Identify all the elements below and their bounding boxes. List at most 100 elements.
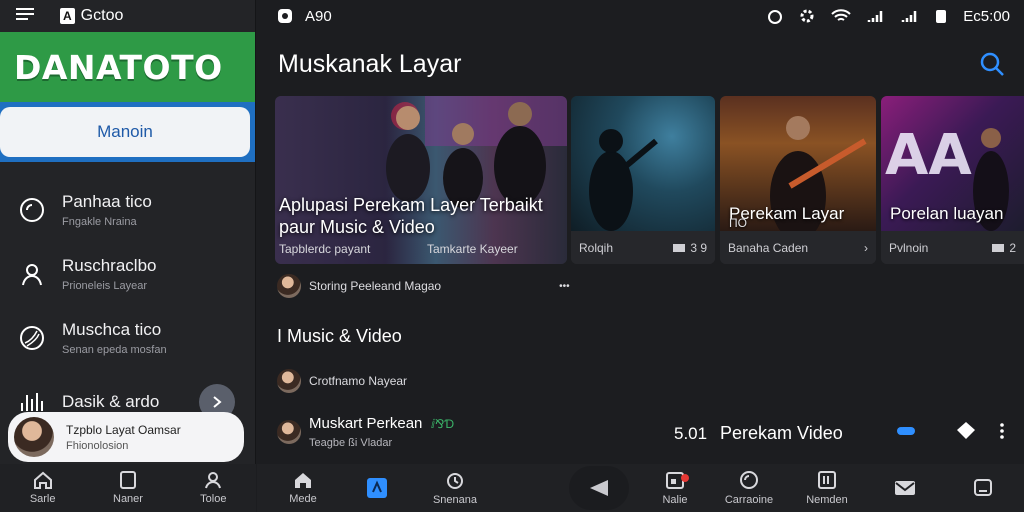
featured-subtitle: Tapblerdc payant [279, 242, 371, 256]
search-icon[interactable] [978, 50, 1006, 83]
app-icon [367, 478, 387, 498]
video-card-meta: 3 9 [690, 240, 707, 255]
video-carousel: Aplupasi Perekam Layer Terbaikt paur Mus… [275, 96, 1024, 264]
signal-icon-2 [902, 11, 917, 22]
home-icon [295, 473, 311, 488]
alarm-status-icon [768, 10, 783, 24]
nav-label: Nemden [806, 494, 848, 506]
sidebar-item-subtitle: Prioneleis Layear [62, 280, 147, 292]
status-bar: A90 Ec5:00 [257, 0, 1024, 32]
video-card[interactable]: AA Porelan luayan Pvlnoin 2 [881, 96, 1024, 264]
gear-status-icon [800, 9, 814, 23]
nav-item-toloe[interactable]: Toloe [171, 464, 256, 512]
sidebar-menu: Panhaa tico Fngakle Nraina Ruschraclbo P… [0, 162, 255, 434]
nav-item-sarle[interactable]: Sarle [0, 464, 85, 512]
alarm-icon [447, 473, 463, 489]
nav-label: Carraoine [724, 494, 774, 506]
sidebar-item-1[interactable]: Panhaa tico Fngakle Nraina [0, 178, 255, 242]
person-icon [205, 472, 222, 489]
status-left-text: A90 [305, 7, 332, 25]
person-icon [18, 260, 46, 288]
chevron-right-icon [213, 396, 222, 408]
concert-illustration [589, 129, 658, 231]
app-name: A Gctoo [60, 7, 123, 25]
nav-item-mail[interactable] [875, 464, 935, 512]
now-playing-subtitle: Teagbe ßi Vladar [309, 437, 393, 449]
video-card-subtitle: ПО [729, 216, 747, 230]
now-playing-badge: ⅈ⅋Ɗ [430, 417, 455, 431]
now-playing-time: 5.01 [674, 424, 708, 443]
profile-name: Tzpblo Layat Oamsar [66, 422, 181, 437]
nav-item-nemden[interactable]: Nemden [797, 464, 857, 512]
sidebar-search-field[interactable]: Manoin [0, 107, 250, 157]
sidebar-item-2[interactable]: Ruschraclbo Prioneleis Layear [0, 242, 255, 306]
video-card-image [571, 96, 715, 231]
video-card-meta: 2 [1009, 240, 1016, 255]
nav-label: Toloe [200, 493, 227, 505]
nav-item-app[interactable] [347, 464, 407, 512]
sidebar-item-title: Dasik & ardo [62, 392, 160, 411]
avatar [277, 369, 301, 393]
brand-logo-bar: DANATOTO [0, 32, 255, 102]
featured-card[interactable]: Aplupasi Perekam Layer Terbaikt paur Mus… [275, 96, 567, 264]
sidebar-search-area: Manoin [0, 102, 255, 162]
app-name-label: Gctoo [80, 7, 124, 24]
nav-item-nalie[interactable]: Nalie [645, 464, 705, 512]
nav-label: Sarle [29, 493, 56, 505]
sidebar-item-subtitle: Fngakle Nraina [62, 216, 137, 228]
globe-icon [18, 324, 46, 352]
video-card-footer: Pvlnoin 2 [881, 231, 1024, 264]
sidebar-item-subtitle: Senan epeda mosfan [62, 344, 167, 356]
nav-label: Snenana [432, 494, 478, 506]
now-playing-label: Perekam Video [720, 423, 843, 443]
media-icon [818, 471, 836, 489]
featured-subtitle-2: Tamkarte Kayeer [427, 242, 518, 256]
now-playing-bar[interactable]: Muskart Perkean ⅈ⅋Ɗ Teagbe ßi Vladar 5.0… [277, 410, 1017, 454]
video-icon [673, 243, 686, 252]
video-card-label: Banaha Caden [728, 240, 809, 255]
mail-icon [895, 481, 915, 495]
kebab-menu-icon[interactable] [999, 422, 1005, 445]
avatar [277, 274, 301, 298]
list-item[interactable]: Storing Peeleand Magao ••• [277, 274, 570, 298]
video-card[interactable]: Perekam Layar ПО Banaha Caden › [720, 96, 876, 264]
list-item-text: Crotfnamo Nayear [309, 374, 408, 388]
nav-label: Nalie [662, 494, 688, 506]
circle-icon [18, 196, 46, 224]
nav-item-mede[interactable]: Mede [273, 464, 333, 512]
featured-card-image [275, 96, 567, 264]
sidebar-bottom-nav: Sarle Naner Toloe [0, 464, 256, 512]
nav-label: Naner [113, 493, 143, 505]
share-icon [590, 480, 608, 496]
share-button[interactable] [569, 466, 629, 510]
page-header: Muskanak Layar [257, 32, 1024, 96]
profile-subtitle: Fhionolosion [66, 439, 129, 452]
list-item-text: Storing Peeleand Magao [309, 279, 442, 293]
page-title: Muskanak Layar [278, 49, 462, 78]
list-item[interactable]: Crotfnamo Nayear [277, 369, 407, 393]
nav-item-naner[interactable]: Naner [85, 464, 170, 512]
status-clock: Ec5:00 [963, 7, 1010, 25]
sidebar-item-title: Panhaa tico [62, 192, 152, 211]
app-badge: A [60, 8, 75, 24]
featured-title: Aplupasi Perekam Layer Terbaikt paur Mus… [279, 195, 543, 237]
nav-item-snenana[interactable]: Snenana [425, 464, 485, 512]
hamburger-icon[interactable] [16, 7, 34, 26]
circle-icon [740, 471, 758, 489]
video-card-footer: Banaha Caden › [720, 231, 876, 264]
more-icon[interactable]: ••• [559, 281, 570, 292]
battery-icon [936, 10, 947, 23]
nav-item-window[interactable] [953, 464, 1013, 512]
app-notification-icon [278, 9, 292, 23]
avatar [14, 417, 54, 457]
comment-icon[interactable] [955, 420, 977, 447]
sidebar-item-3[interactable]: Muschca tico Senan epeda mosfan [0, 306, 255, 370]
performers-illustration [386, 96, 567, 208]
sidebar-top-bar: A Gctoo [0, 0, 255, 32]
sidebar-item-title: Ruschraclbo [62, 256, 157, 275]
nav-item-carraoine[interactable]: Carraoine [719, 464, 779, 512]
bottom-nav: Mede Snenana Nalie Carraoine Nemden [257, 464, 1024, 512]
video-card[interactable]: Rolqih 3 9 [571, 96, 715, 264]
toggle-icon[interactable] [895, 424, 919, 443]
profile-card[interactable]: Tzpblo Layat Oamsar Fhionolosion [8, 412, 244, 462]
